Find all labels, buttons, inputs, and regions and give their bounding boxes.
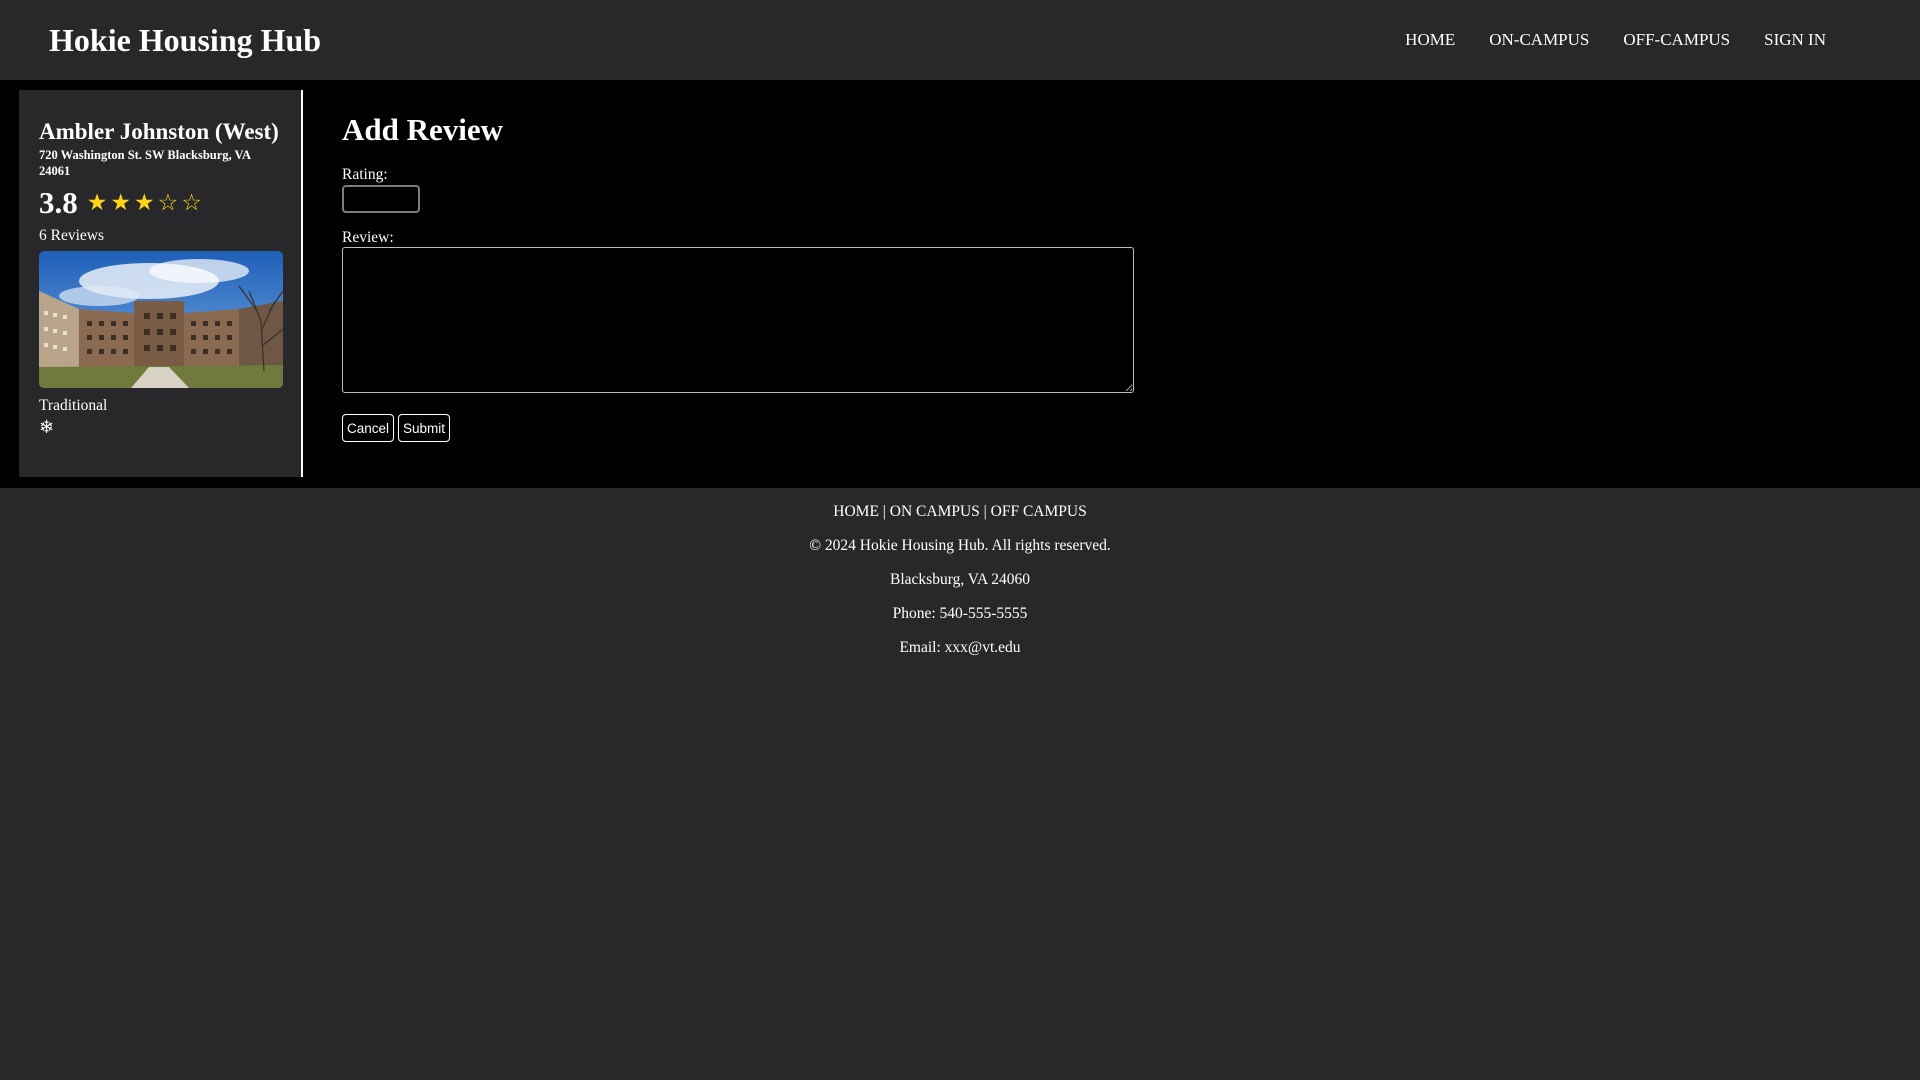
building-photo xyxy=(39,251,283,388)
site-footer: HOME | ON CAMPUS | OFF CAMPUS © 2024 Hok… xyxy=(0,488,1920,657)
footer-link-on-campus[interactable]: ON CAMPUS xyxy=(890,503,980,520)
reviews-count: 6 Reviews xyxy=(39,227,105,244)
housing-name: Ambler Johnston (West) xyxy=(39,119,279,144)
review-label: Review: xyxy=(342,229,394,246)
footer-separator: | xyxy=(983,503,987,520)
footer-link-off-campus[interactable]: OFF CAMPUS xyxy=(991,503,1087,520)
main-nav: HOME ON-CAMPUS OFF-CAMPUS SIGN IN xyxy=(1405,30,1826,50)
footer-email: Email: xxx@vt.edu xyxy=(899,639,1021,656)
housing-address: 720 Washington St. SW Blacksburg, VA 240… xyxy=(39,148,251,178)
star-empty-icon: ☆ xyxy=(181,189,202,216)
footer-separator: | xyxy=(882,503,886,520)
add-review-form: Add Review Rating: Review: Cancel Submit xyxy=(342,90,1134,442)
rating-input[interactable] xyxy=(342,185,420,213)
star-filled-icon: ★ xyxy=(86,189,108,216)
submit-button[interactable]: Submit xyxy=(398,414,451,442)
footer-phone: Phone: 540-555-5555 xyxy=(892,605,1028,622)
rating-row: 3.8 ★ ★ ★ ☆ ☆ xyxy=(39,185,281,221)
nav-on-campus[interactable]: ON-CAMPUS xyxy=(1489,30,1589,50)
snowflake-icon: ❄ xyxy=(39,417,55,438)
nav-sign-in[interactable]: SIGN IN xyxy=(1764,30,1826,50)
form-title: Add Review xyxy=(342,112,504,147)
rating-value: 3.8 xyxy=(39,185,78,220)
star-filled-icon: ★ xyxy=(110,189,131,216)
housing-type: Traditional xyxy=(39,397,108,414)
housing-card: Ambler Johnston (West) 720 Washington St… xyxy=(19,90,303,477)
review-textarea[interactable] xyxy=(342,247,1134,393)
footer-location: Blacksburg, VA 24060 xyxy=(890,571,1030,588)
footer-copyright: © 2024 Hokie Housing Hub. All rights res… xyxy=(809,537,1111,554)
site-header: Hokie Housing Hub HOME ON-CAMPUS OFF-CAM… xyxy=(0,0,1920,80)
footer-link-home[interactable]: HOME xyxy=(833,503,879,520)
footer-links: HOME | ON CAMPUS | OFF CAMPUS xyxy=(0,502,1920,521)
site-title[interactable]: Hokie Housing Hub xyxy=(49,22,321,59)
nav-home[interactable]: HOME xyxy=(1405,30,1455,50)
form-buttons: Cancel Submit xyxy=(342,414,1134,442)
star-rating: ★ ★ ★ ☆ ☆ xyxy=(86,189,202,216)
main-content: Ambler Johnston (West) 720 Washington St… xyxy=(0,80,1920,488)
cancel-button[interactable]: Cancel xyxy=(342,414,395,442)
star-empty-icon: ☆ xyxy=(157,189,179,216)
building-photo-illustration xyxy=(39,251,283,388)
nav-off-campus[interactable]: OFF-CAMPUS xyxy=(1623,30,1730,50)
rating-label: Rating: xyxy=(342,166,388,183)
star-filled-icon: ★ xyxy=(134,189,155,216)
